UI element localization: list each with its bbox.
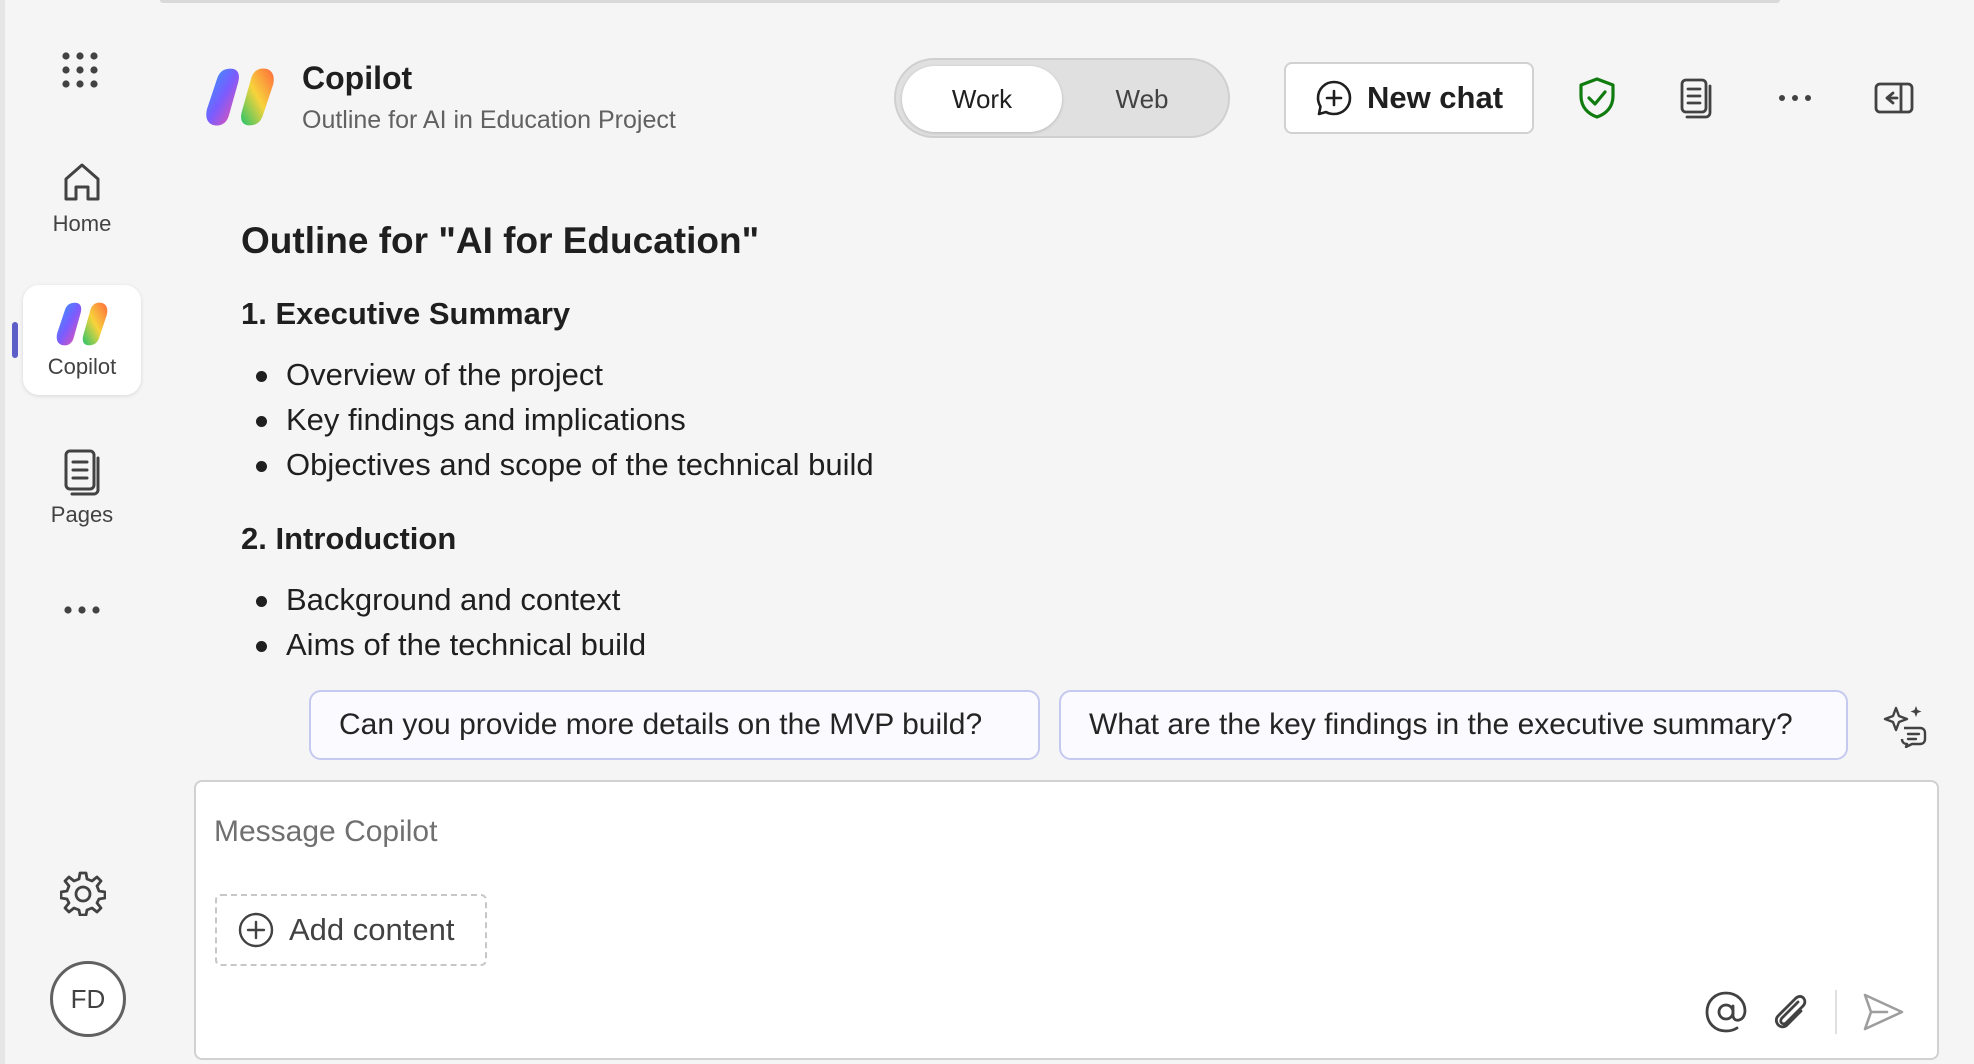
chat-add-icon xyxy=(1316,80,1352,116)
app-launcher-grid-icon[interactable] xyxy=(60,50,100,90)
pages-icon xyxy=(64,449,100,496)
work-web-toggle: Work Web xyxy=(894,58,1230,138)
suggestion-chip[interactable]: What are the key findings in the executi… xyxy=(1059,690,1848,760)
more-horizontal-icon xyxy=(64,606,100,614)
list-item: Aims of the technical build xyxy=(241,622,1901,667)
toggle-option-work[interactable]: Work xyxy=(902,66,1062,132)
send-icon[interactable] xyxy=(1861,990,1905,1034)
left-rail: Home Copilot Pages FD xyxy=(5,0,155,1064)
outline-title: Outline for "AI for Education" xyxy=(241,220,760,261)
list-item: Objectives and scope of the technical bu… xyxy=(241,442,1901,487)
gear-icon xyxy=(59,871,107,917)
avatar[interactable]: FD xyxy=(50,961,126,1037)
document-icon[interactable] xyxy=(1674,76,1718,120)
section-heading: 2. Introduction xyxy=(241,521,457,556)
list-item: Overview of the project xyxy=(241,352,1901,397)
message-input[interactable] xyxy=(214,810,1914,854)
list-item: Background and context xyxy=(241,577,1901,622)
composer-divider xyxy=(1835,990,1837,1034)
list-item: Key findings and implications xyxy=(241,397,1901,442)
mention-icon[interactable] xyxy=(1704,990,1748,1034)
toggle-option-web[interactable]: Web xyxy=(1062,66,1222,132)
bullet-list: Overview of the project Key findings and… xyxy=(241,352,1901,487)
settings-button[interactable] xyxy=(59,870,107,917)
shield-check-icon[interactable] xyxy=(1575,76,1619,120)
active-indicator xyxy=(12,322,18,358)
message-composer: Add content xyxy=(194,780,1939,1060)
bullet-list: Background and context Aims of the techn… xyxy=(241,577,1901,667)
response-content: Outline for "AI for Education" 1. Execut… xyxy=(241,215,1901,670)
paperclip-icon[interactable] xyxy=(1768,990,1812,1034)
rail-item-label: Home xyxy=(52,211,112,236)
prompt-gallery-sparkle-icon[interactable] xyxy=(1882,702,1928,749)
suggestion-chip[interactable]: Can you provide more details on the MVP … xyxy=(309,690,1040,760)
copilot-app: Home Copilot Pages FD Copilot Outline fo… xyxy=(0,0,1974,1064)
add-content-label: Add content xyxy=(289,912,455,947)
rail-more-button[interactable] xyxy=(23,590,141,630)
top-window-strip xyxy=(160,0,1780,3)
more-horizontal-icon[interactable] xyxy=(1773,76,1817,120)
conversation-title: Outline for AI in Education Project xyxy=(302,106,676,134)
panel-collapse-icon[interactable] xyxy=(1872,76,1916,120)
new-chat-label: New chat xyxy=(1366,80,1504,115)
add-content-button[interactable]: Add content xyxy=(215,894,487,966)
copilot-logo-icon xyxy=(205,65,275,129)
add-circle-icon xyxy=(238,912,274,948)
app-title: Copilot xyxy=(302,60,413,96)
rail-item-home[interactable]: Home xyxy=(23,150,141,246)
home-icon xyxy=(64,163,100,201)
section-heading: 1. Executive Summary xyxy=(241,296,571,331)
rail-item-pages[interactable]: Pages xyxy=(23,440,141,536)
rail-item-copilot[interactable]: Copilot xyxy=(23,285,141,395)
copilot-logo-icon xyxy=(56,302,108,346)
new-chat-button[interactable]: New chat xyxy=(1284,62,1534,134)
rail-item-label: Pages xyxy=(50,502,114,527)
rail-item-label: Copilot xyxy=(47,354,117,379)
